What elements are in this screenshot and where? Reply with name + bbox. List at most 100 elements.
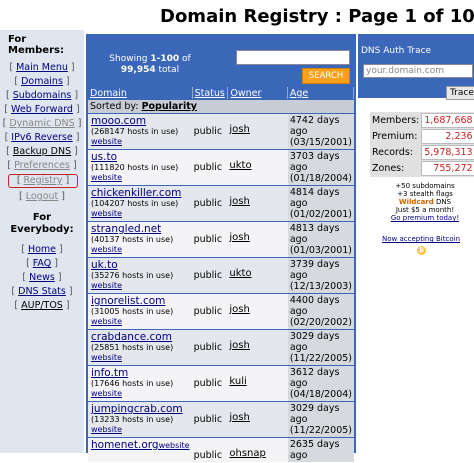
col-age-link[interactable]: Age [290,88,308,99]
nav-ipv6-reverse[interactable]: [ IPv6 Reverse ] [0,132,84,143]
stat-value: 1,687,668 [421,113,474,128]
nav-faq[interactable]: [ FAQ ] [0,258,84,269]
owner-link[interactable]: josh [229,304,249,315]
search-bar: Showing 1-100 of 99,954 total SEARCH [86,34,356,84]
nav-news-link[interactable]: News [29,272,55,283]
nav-preferences[interactable]: [ Preferences ] [0,160,84,171]
showing-of: of [179,54,191,64]
nav-dynamic-dns-link[interactable]: Dynamic DNS [9,118,74,129]
domain-link[interactable]: mooo.com [91,115,146,127]
domain-cell: homenet.orgwebsite [88,438,193,462]
premium-promo: +50 subdomains +3 stealth flags Wildcard… [378,182,472,222]
nav-registry-link[interactable]: Registry [24,175,63,186]
domain-link[interactable]: jumpingcrab.com [91,403,183,415]
nav-news[interactable]: [ News ] [0,272,84,283]
nav-aup-tos[interactable]: [ AUP/TOS ] [0,300,84,311]
age-cell: 3703 days ago (01/18/2004) [287,150,354,185]
owner-link[interactable]: ohsnap [229,448,265,459]
nav-web-forward[interactable]: [ Web Forward ] [0,104,84,115]
nav-home-link[interactable]: Home [28,244,56,255]
owner-link[interactable]: josh [229,412,249,423]
owner-link[interactable]: ukto [229,160,251,171]
nav-home[interactable]: [ Home ] [0,244,84,255]
nav-domains[interactable]: [ Domains ] [0,76,84,87]
nav-dynamic-dns[interactable]: [ Dynamic DNS ] [0,118,84,129]
stat-row: Members: 1,687,668 [370,113,474,128]
nav-logout[interactable]: [ Logout ] [0,191,84,202]
nav-aup-tos-link[interactable]: AUP/TOS [21,300,63,311]
col-owner[interactable]: Owner [228,87,288,99]
nav-registry[interactable]: [ Registry ] [8,174,78,188]
domain-link[interactable]: us.to [91,151,117,163]
domain-link[interactable]: chickenkiller.com [91,187,181,199]
nav-subdomains-link[interactable]: Subdomains [13,90,72,101]
col-domain[interactable]: Domain [88,87,193,99]
owner-link[interactable]: josh [229,232,249,243]
search-input[interactable] [236,50,350,65]
website-link[interactable]: website [159,441,190,450]
search-button[interactable]: SEARCH [302,68,350,84]
hosts-in-use: (25851 hosts in use) [91,343,174,352]
owner-cell: josh [228,402,288,437]
domain-link[interactable]: info.tm [91,367,128,379]
owner-link[interactable]: josh [229,124,249,135]
nav-backup-dns[interactable]: [ Backup DNS ] [0,146,84,157]
owner-link[interactable]: josh [229,340,249,351]
nav-preferences-link[interactable]: Preferences [14,160,70,171]
website-link[interactable]: website [91,353,122,362]
col-age[interactable]: Age [287,87,354,99]
showing-range: 1-100 [150,54,180,64]
domain-cell: uk.to (35276 hosts in use) website [88,258,193,293]
domain-link[interactable]: homenet.org [91,439,159,451]
stat-label: Members: [372,115,420,126]
nav-domains-link[interactable]: Domains [21,76,63,87]
nav-faq-link[interactable]: FAQ [33,258,51,269]
col-status-link[interactable]: Status [195,88,225,99]
promo-line2: +3 stealth flags [397,190,453,198]
showing-prefix: Showing [109,54,151,64]
nav-ipv6-reverse-link[interactable]: IPv6 Reverse [11,132,72,143]
col-status[interactable]: Status [192,87,229,99]
domain-cell: strangled.net (40137 hosts in use) website [88,222,193,257]
go-premium-link[interactable]: Go premium today! [391,214,459,222]
domain-link[interactable]: ignorelist.com [91,295,165,307]
trace-button[interactable]: Trace [446,86,474,100]
domain-link[interactable]: crabdance.com [91,331,172,343]
website-link[interactable]: website [91,245,122,254]
owner-link[interactable]: kuli [229,376,246,387]
showing-total: 99,954 [120,65,156,75]
website-link[interactable]: website [91,173,122,182]
trace-label: DNS Auth Trace [361,46,432,56]
stat-row: Zones: 755,272 [370,161,474,176]
everybody-nav: [ Home ] [ FAQ ] [ News ] [ DNS Stats ] … [0,244,84,311]
age-cell: 3029 days ago (11/22/2005) [287,402,354,437]
website-link[interactable]: website [91,317,122,326]
age-cell: 4400 days ago (02/20/2002) [287,294,354,329]
owner-cell: josh [228,330,288,365]
nav-subdomains[interactable]: [ Subdomains ] [0,90,84,101]
website-link[interactable]: website [91,281,122,290]
website-link[interactable]: website [91,137,122,146]
trace-input[interactable]: your.domain.com [363,64,473,78]
bitcoin-link[interactable]: Now accepting Bitcoin [382,235,460,243]
nav-dns-stats-link[interactable]: DNS Stats [18,286,66,297]
website-link[interactable]: website [91,209,122,218]
nav-main-menu[interactable]: [ Main Menu ] [0,62,84,73]
col-domain-link[interactable]: Domain [90,88,127,99]
stat-label: Premium: [372,131,418,142]
stat-label: Records: [372,147,413,158]
nav-backup-dns-link[interactable]: Backup DNS [13,146,71,157]
website-link[interactable]: website [91,389,122,398]
owner-link[interactable]: josh [229,196,249,207]
domain-link[interactable]: uk.to [91,259,118,271]
age-cell: 4813 days ago (01/03/2001) [287,222,354,257]
nav-main-menu-link[interactable]: Main Menu [16,62,68,73]
domain-link[interactable]: strangled.net [91,223,161,235]
owner-link[interactable]: ukto [229,268,251,279]
stat-value: 755,272 [421,161,474,176]
nav-dns-stats[interactable]: [ DNS Stats ] [0,286,84,297]
nav-logout-link[interactable]: Logout [26,191,59,202]
nav-web-forward-link[interactable]: Web Forward [11,104,73,115]
website-link[interactable]: website [91,425,122,434]
col-owner-link[interactable]: Owner [230,88,261,99]
